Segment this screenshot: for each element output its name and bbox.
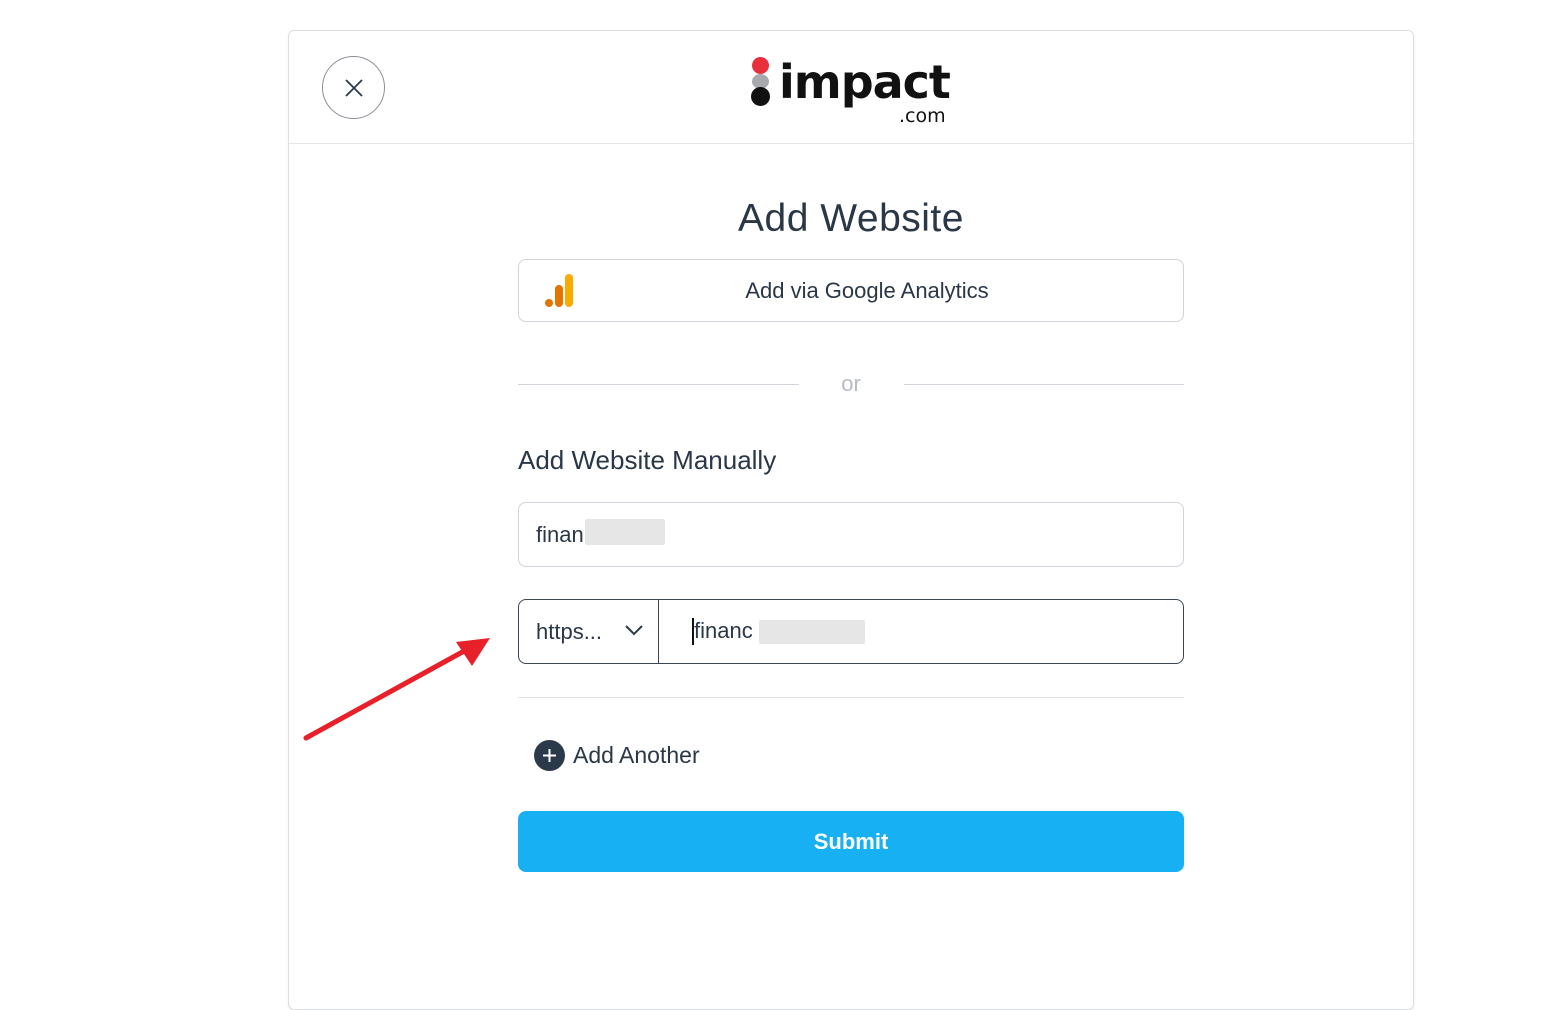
logo-red-dot xyxy=(752,57,769,74)
website-url-row: https... financ xyxy=(518,599,1184,664)
add-via-google-analytics-button[interactable]: Add via Google Analytics xyxy=(518,259,1184,322)
add-another-label: Add Another xyxy=(573,741,700,768)
page-title: Add Website xyxy=(738,197,964,240)
logo-black-dot xyxy=(751,87,770,106)
add-another-button[interactable]: Add Another xyxy=(534,737,700,773)
submit-button[interactable]: Submit xyxy=(518,811,1184,872)
plus-circle-icon xyxy=(534,739,565,771)
website-name-input[interactable]: finan xyxy=(518,502,1184,567)
website-url-input[interactable]: financ xyxy=(659,600,1183,663)
separator-line-right xyxy=(904,384,1184,385)
website-url-value: financ xyxy=(694,618,753,643)
protocol-select[interactable]: https... xyxy=(519,600,659,663)
close-icon xyxy=(344,78,363,97)
form-divider xyxy=(518,697,1184,698)
or-separator: or xyxy=(518,371,1184,401)
chevron-down-icon xyxy=(625,625,643,636)
add-website-modal: impact .com Add Website Add via Google A… xyxy=(288,30,1414,1010)
separator-line-left xyxy=(518,384,799,385)
impact-logo: impact .com xyxy=(749,55,959,129)
logo-wordmark: impact xyxy=(779,55,951,109)
website-name-value: finan xyxy=(536,522,584,547)
logo-suffix: .com xyxy=(899,105,946,127)
modal-header: impact .com xyxy=(289,31,1413,144)
google-analytics-label: Add via Google Analytics xyxy=(745,278,989,303)
or-text: or xyxy=(841,371,861,396)
redacted-text xyxy=(759,620,865,644)
protocol-value: https... xyxy=(536,619,603,644)
close-button[interactable] xyxy=(322,56,385,119)
redacted-text xyxy=(585,519,665,545)
manual-section-heading: Add Website Manually xyxy=(518,445,777,475)
